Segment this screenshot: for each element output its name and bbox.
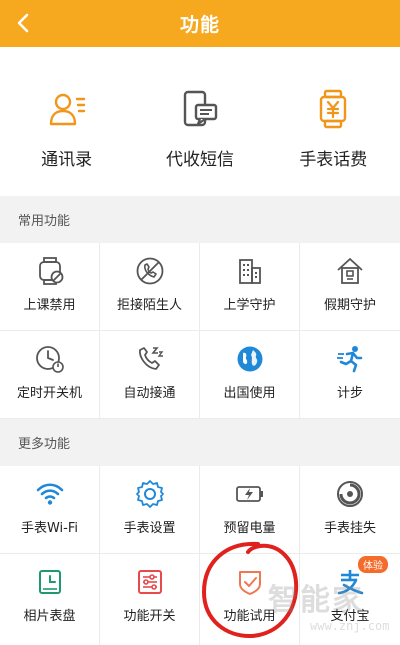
reject-stranger-label: 拒接陌生人 [116, 298, 182, 313]
back-button[interactable] [8, 8, 38, 38]
overseas-use-label: 出国使用 [223, 386, 276, 401]
school-building-icon [238, 259, 261, 284]
auto-answer-label: 自动接通 [123, 386, 176, 401]
function-switch-icon [137, 570, 162, 594]
step-runner-icon [337, 346, 363, 373]
reserve-battery-label: 预留电量 [223, 521, 276, 536]
home-guard-icon [337, 258, 363, 284]
common-row-1: 上课禁用 拒接陌生人 上学守护 假期守护 [0, 243, 400, 331]
auto-answer-icon [138, 347, 163, 370]
timer-power-icon [35, 346, 64, 373]
wifi-icon [36, 483, 63, 505]
photo-dial-button[interactable]: 相片表盘 [0, 554, 100, 645]
watch-wifi-label: 手表Wi-Fi [20, 521, 78, 536]
step-count-button[interactable]: 计步 [300, 331, 400, 419]
class-disable-label: 上课禁用 [23, 298, 76, 313]
chevron-left-icon [17, 13, 29, 33]
step-count-label: 计步 [336, 386, 363, 401]
function-switch-label: 功能开关 [123, 609, 176, 624]
sms-proxy-label: 代收短信 [165, 150, 234, 170]
common-row-2: 定时开关机 自动接通 出国使用 计步 [0, 331, 400, 419]
trial-shield-icon [238, 571, 261, 595]
holiday-guard-label: 假期守护 [323, 298, 376, 313]
globe-icon [237, 346, 262, 372]
trial-badge: 体验 [358, 556, 388, 573]
scheduled-power-label: 定时开关机 [16, 386, 82, 401]
title-bar: 功能 [0, 0, 400, 47]
message-phone-icon [183, 90, 218, 127]
top-feature-row: 通讯录 代收短信 手表话费 [0, 47, 400, 196]
report-loss-button[interactable]: 手表挂失 [300, 466, 400, 554]
watch-fee-label: 手表话费 [299, 150, 368, 170]
sms-proxy-button[interactable]: 代收短信 [133, 47, 266, 196]
report-loss-icon [337, 481, 363, 507]
school-guard-label: 上学守护 [223, 298, 276, 313]
battery-icon [235, 486, 263, 502]
watch-disable-icon [38, 257, 63, 285]
function-trial-button[interactable]: 功能试用 [200, 554, 300, 645]
auto-answer-button[interactable]: 自动接通 [100, 331, 200, 419]
contacts-label: 通讯录 [41, 150, 93, 170]
alipay-label: 支付宝 [330, 609, 370, 624]
contacts-button[interactable]: 通讯录 [0, 47, 133, 196]
alipay-button[interactable]: 体验 支付宝 [300, 554, 400, 645]
reject-stranger-button[interactable]: 拒接陌生人 [100, 243, 200, 331]
more-row-1: 手表Wi-Fi 手表设置 预留电量 手表挂失 [0, 466, 400, 554]
class-disable-button[interactable]: 上课禁用 [0, 243, 100, 331]
section-header-common: 常用功能 [0, 196, 400, 243]
scheduled-power-button[interactable]: 定时开关机 [0, 331, 100, 419]
watch-fee-icon [320, 89, 347, 129]
function-switch-button[interactable]: 功能开关 [100, 554, 200, 645]
watch-fee-button[interactable]: 手表话费 [267, 47, 400, 196]
settings-gear-icon [135, 480, 164, 508]
contacts-icon [49, 93, 85, 126]
holiday-guard-button[interactable]: 假期守护 [300, 243, 400, 331]
report-loss-label: 手表挂失 [323, 521, 376, 536]
page-title: 功能 [179, 14, 220, 36]
section-header-more: 更多功能 [0, 419, 400, 466]
overseas-use-button[interactable]: 出国使用 [200, 331, 300, 419]
photo-dial-icon [38, 570, 61, 594]
function-trial-label: 功能试用 [223, 609, 276, 624]
reserve-battery-button[interactable]: 预留电量 [200, 466, 300, 554]
more-row-2: 相片表盘 功能开关 功能试用 体验 支付宝 [0, 554, 400, 645]
reject-call-icon [136, 257, 163, 285]
watch-wifi-button[interactable]: 手表Wi-Fi [0, 466, 100, 554]
watch-settings-label: 手表设置 [123, 521, 176, 536]
photo-dial-label: 相片表盘 [23, 609, 76, 624]
school-guard-button[interactable]: 上学守护 [200, 243, 300, 331]
watch-settings-button[interactable]: 手表设置 [100, 466, 200, 554]
